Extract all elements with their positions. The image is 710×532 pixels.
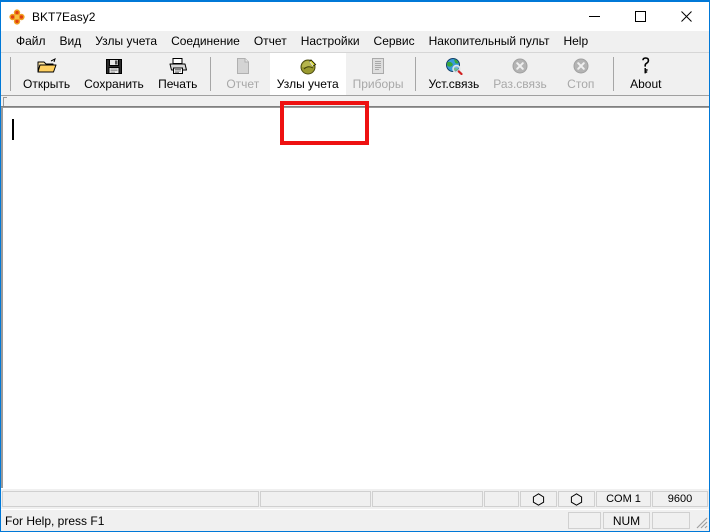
toolbar-button-disconnect[interactable]: Раз.связь — [486, 53, 553, 95]
stop-icon — [569, 56, 593, 76]
led-indicator — [570, 492, 583, 506]
com-port-panel: COM 1 — [596, 491, 651, 507]
menu-item-file[interactable]: Файл — [9, 32, 53, 51]
document-icon — [231, 56, 255, 76]
status-pane-num-lock: NUM — [603, 512, 650, 529]
menu-item-help[interactable]: Help — [556, 32, 595, 51]
menu-item-nodes[interactable]: Узлы учета — [88, 32, 164, 51]
printer-icon — [166, 56, 190, 76]
menu-item-service[interactable]: Сервис — [367, 32, 422, 51]
title-bar: BKT7Easy2 — [1, 2, 709, 31]
toolbar-label: Открыть — [23, 77, 71, 91]
application-window: BKT7Easy2 Файл Вид Узлы учета Соединение… — [0, 0, 710, 532]
toolbar-label: Стоп — [567, 77, 595, 91]
status-panel-4 — [484, 491, 519, 507]
help-key-icon — [634, 56, 658, 76]
toolbar-label: Отчет — [226, 77, 260, 91]
toolbar-label: Узлы учета — [276, 77, 339, 91]
toolbar-button-open[interactable]: Открыть — [16, 53, 77, 95]
toolbar-button-stop[interactable]: Стоп — [554, 53, 608, 95]
close-icon[interactable] — [663, 2, 709, 31]
baud-rate-panel: 9600 — [652, 491, 708, 507]
status-panel-3 — [372, 491, 483, 507]
toolbar-label: About — [630, 77, 662, 91]
toolbar-separator — [415, 57, 417, 91]
toolbar-button-devices[interactable]: Приборы — [346, 53, 411, 95]
status-pane-blank-2 — [652, 512, 690, 529]
toolbar-label: Печать — [158, 77, 198, 91]
window-controls — [571, 2, 709, 31]
menu-item-settings[interactable]: Настройки — [294, 32, 367, 51]
maximize-icon[interactable] — [617, 2, 663, 31]
menu-item-view[interactable]: Вид — [53, 32, 89, 51]
status-panel-1 — [2, 491, 259, 507]
mdi-client-area[interactable] — [1, 107, 709, 488]
status-panel-2 — [260, 491, 371, 507]
toolbar-label: Уст.связь — [428, 77, 480, 91]
toolbar-button-save[interactable]: Сохранить — [77, 53, 151, 95]
toolbar-button-connect[interactable]: Уст.связь — [421, 53, 486, 95]
toolbar-button-metering-nodes[interactable]: Узлы учета — [269, 53, 346, 95]
rx-led-indicator — [520, 491, 557, 507]
toolbar-label: Приборы — [352, 77, 404, 91]
mdi-frame-strip — [1, 96, 709, 107]
text-caret — [12, 119, 14, 140]
window-title: BKT7Easy2 — [32, 9, 96, 24]
disconnect-icon — [508, 56, 532, 76]
menu-item-console[interactable]: Накопительный пульт — [422, 32, 557, 51]
minimize-icon[interactable] — [571, 2, 617, 31]
toolbar-button-about[interactable]: About — [619, 53, 673, 95]
toolbar-separator — [209, 57, 211, 91]
toolbar-button-report[interactable]: Отчет — [216, 53, 270, 95]
status-message: For Help, press F1 — [5, 513, 105, 528]
status-panel-row: COM 1 9600 — [1, 488, 709, 509]
status-pane-blank-1 — [568, 512, 601, 529]
menu-bar: Файл Вид Узлы учета Соединение Отчет Нас… — [1, 31, 709, 53]
led-indicator — [532, 492, 545, 506]
menu-item-connection[interactable]: Соединение — [164, 32, 247, 51]
globe-search-icon — [442, 56, 466, 76]
status-bar: For Help, press F1 NUM — [1, 509, 709, 531]
device-list-icon — [366, 56, 390, 76]
toolbar-button-print[interactable]: Печать — [151, 53, 205, 95]
metering-node-icon — [296, 56, 320, 76]
toolbar-label: Раз.связь — [493, 77, 547, 91]
toolbar-separator — [612, 57, 614, 91]
toolbar-label: Сохранить — [84, 77, 144, 91]
resize-grip-icon[interactable] — [692, 512, 709, 529]
toolbar: Открыть Сохранить Печать Отчет Узлы учет… — [1, 53, 709, 145]
tx-led-indicator — [558, 491, 595, 507]
floppy-save-icon — [102, 56, 126, 76]
menu-item-report[interactable]: Отчет — [247, 32, 294, 51]
toolbar-separator — [10, 57, 11, 91]
flower-icon — [9, 8, 25, 25]
open-folder-icon — [35, 56, 59, 76]
